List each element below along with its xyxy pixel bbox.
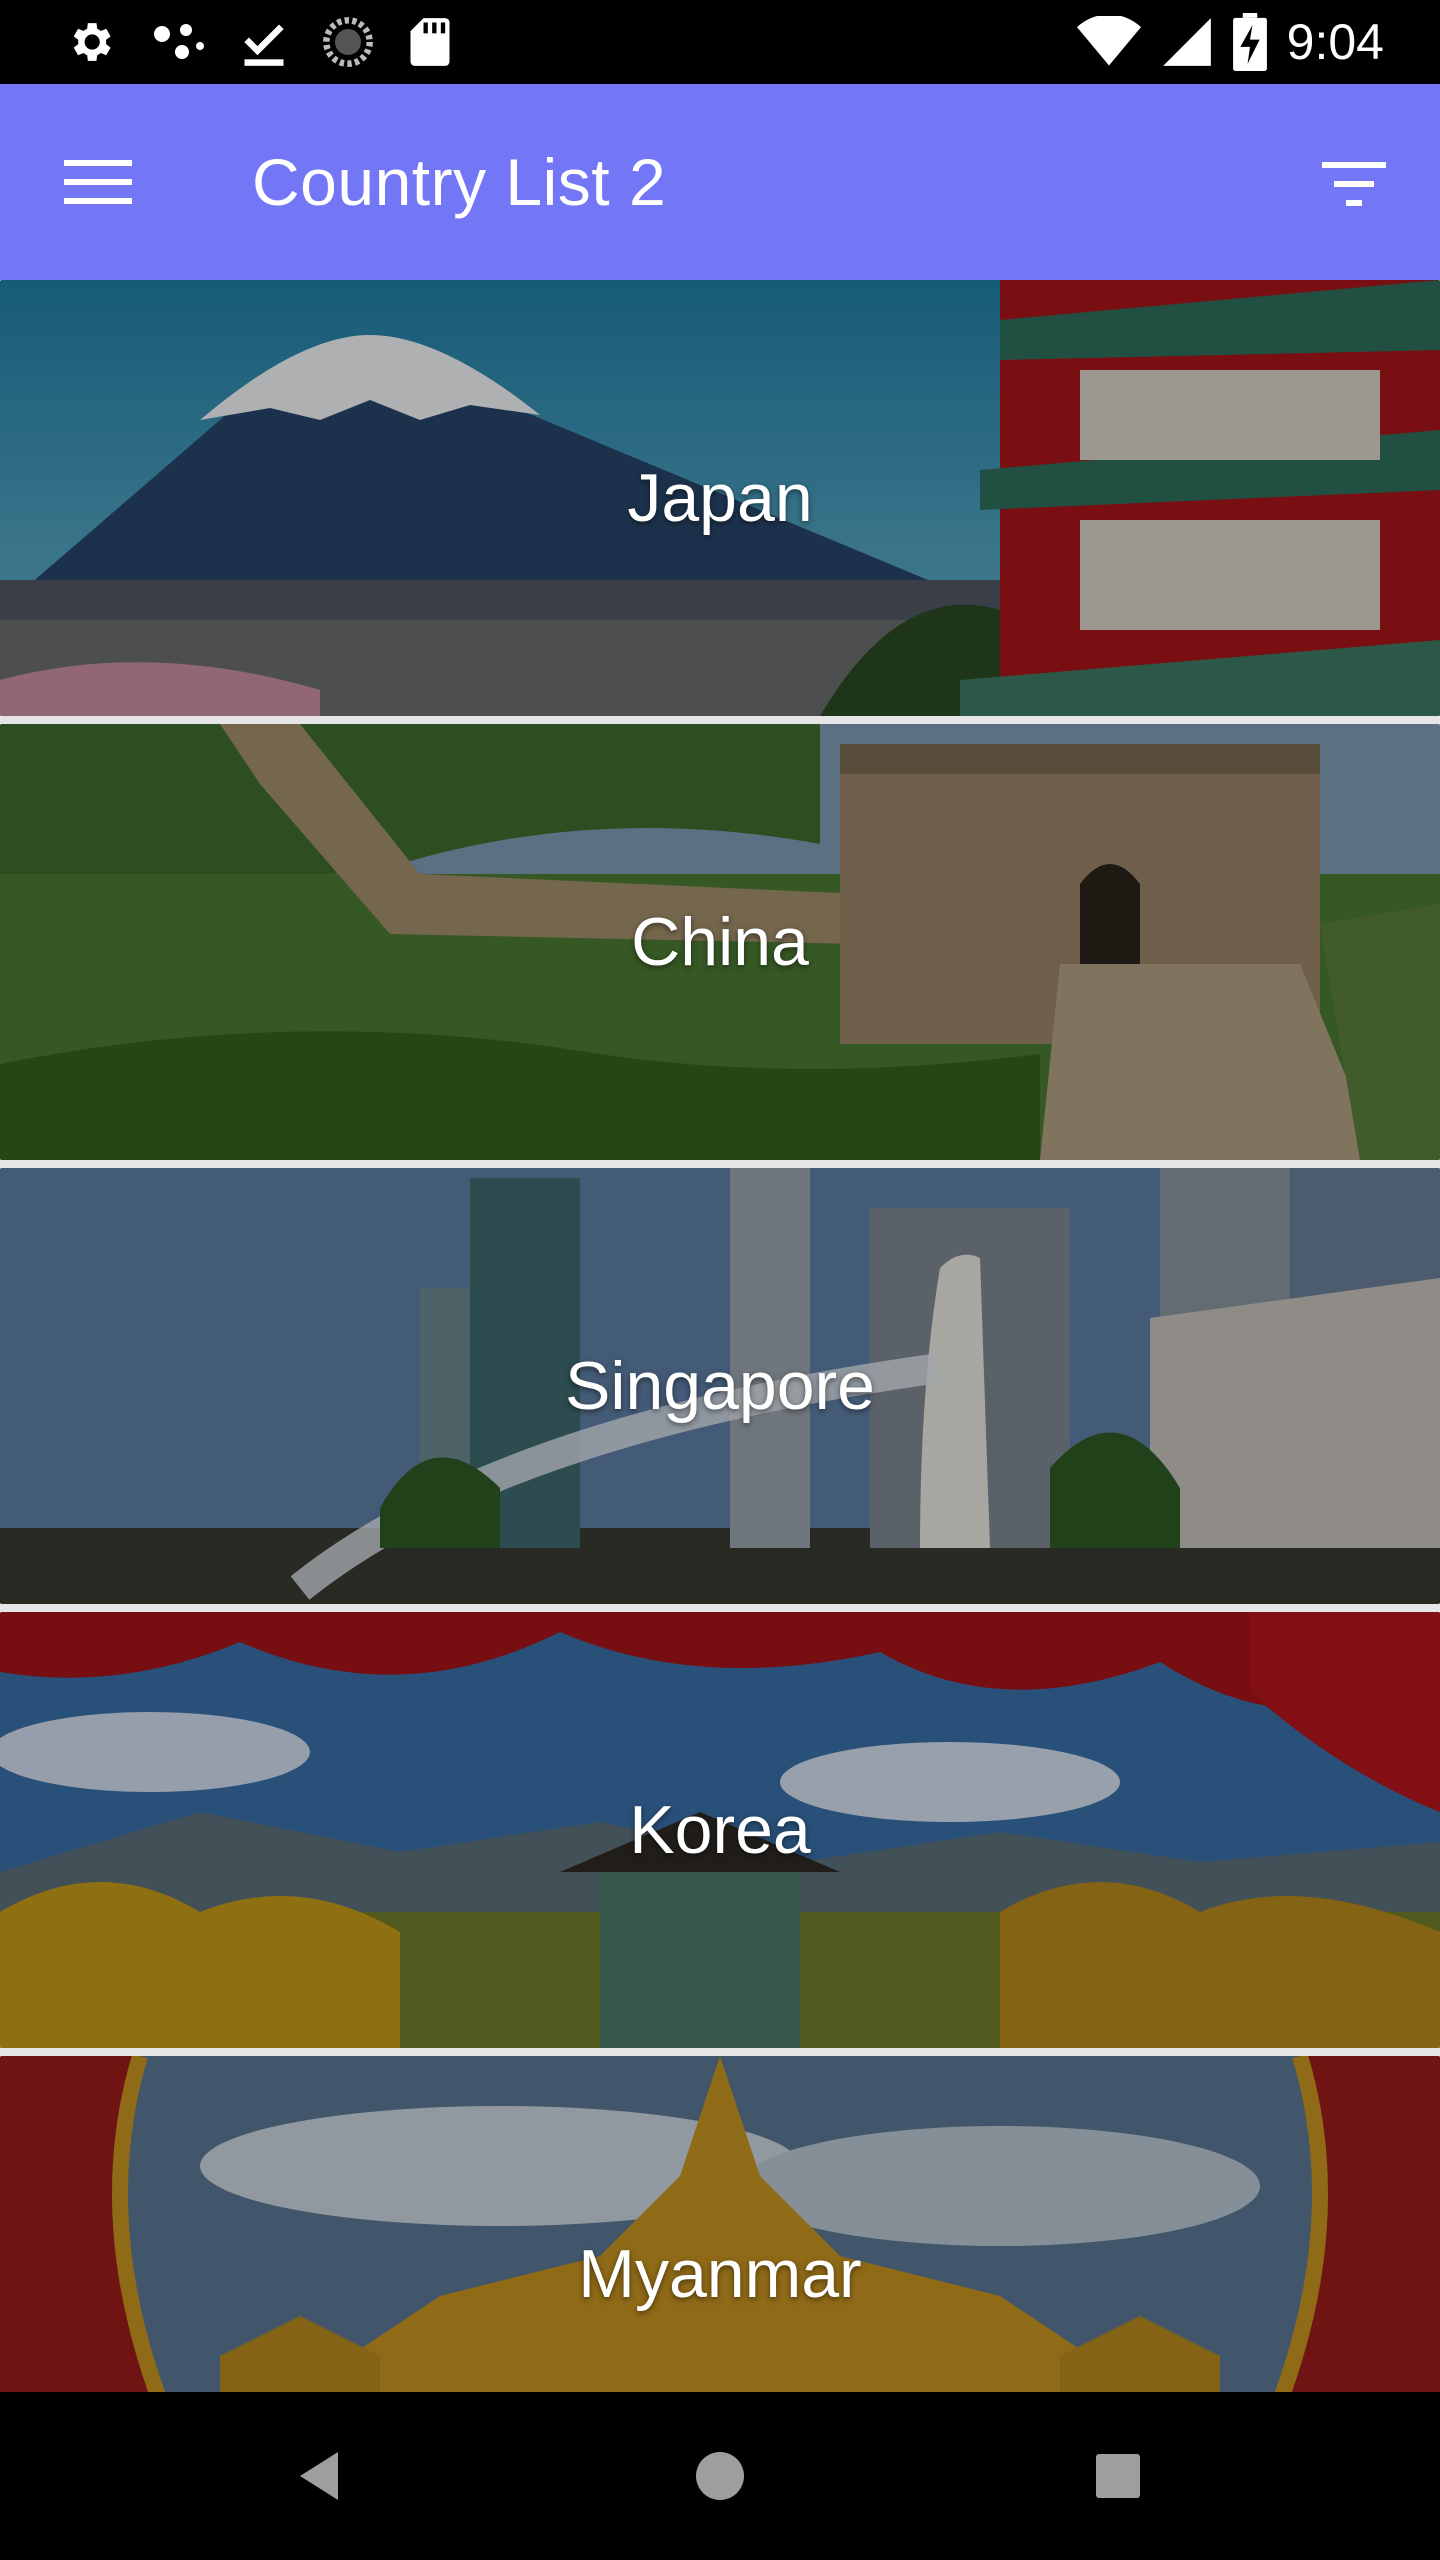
country-name: China bbox=[631, 904, 809, 980]
status-bar: 9:04 bbox=[0, 0, 1440, 84]
home-icon[interactable] bbox=[680, 2436, 760, 2516]
navigation-bar bbox=[0, 2392, 1440, 2560]
list-item[interactable]: Japan bbox=[0, 280, 1440, 716]
sd-card-icon bbox=[408, 16, 452, 68]
back-icon[interactable] bbox=[282, 2436, 362, 2516]
country-list: Japan China Singapore Korea Myanmar bbox=[0, 280, 1440, 2392]
page-title: Country List 2 bbox=[252, 145, 667, 219]
list-item[interactable]: Myanmar bbox=[0, 2056, 1440, 2392]
sync-icon bbox=[322, 16, 374, 68]
filter-icon[interactable] bbox=[1320, 158, 1388, 210]
list-item[interactable]: China bbox=[0, 724, 1440, 1160]
country-name: Korea bbox=[629, 1792, 811, 1868]
connection-icon bbox=[150, 16, 206, 68]
status-time: 9:04 bbox=[1286, 14, 1384, 70]
wifi-icon bbox=[1076, 16, 1141, 68]
menu-icon[interactable] bbox=[64, 156, 132, 208]
download-done-icon bbox=[240, 16, 288, 68]
battery-charging-icon bbox=[1232, 13, 1267, 71]
list-item[interactable]: Singapore bbox=[0, 1168, 1440, 1604]
app-bar: Country List 2 bbox=[0, 84, 1440, 280]
country-name: Japan bbox=[627, 460, 813, 536]
signal-icon bbox=[1161, 16, 1213, 68]
country-name: Myanmar bbox=[578, 2236, 862, 2312]
settings-icon bbox=[64, 16, 116, 68]
recents-icon[interactable] bbox=[1078, 2436, 1158, 2516]
country-name: Singapore bbox=[564, 1348, 876, 1424]
list-item[interactable]: Korea bbox=[0, 1612, 1440, 2048]
